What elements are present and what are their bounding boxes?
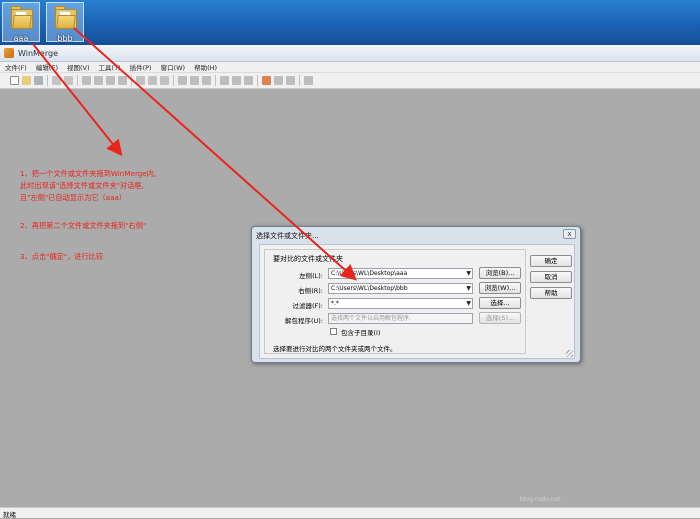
options-icon[interactable] xyxy=(262,76,271,85)
chevron-down-icon[interactable]: ▼ xyxy=(466,269,471,278)
window-title: WinMerge xyxy=(18,48,58,58)
left-path-combobox[interactable]: C:\Users\WL\Desktop\aaa ▼ xyxy=(328,268,473,279)
desktop-folder-label: aaa xyxy=(13,34,29,43)
desktop-folder-label: bbb xyxy=(57,34,73,43)
help-icon[interactable] xyxy=(304,76,313,85)
copy-all-right-icon[interactable] xyxy=(178,76,187,85)
compare-group: 要对比的文件或文件夹 左侧(L): C:\Users\WL\Desktop\aa… xyxy=(264,249,526,354)
include-subfolders-label[interactable]: 包含子目录(I) xyxy=(341,327,381,337)
open-folder-icon[interactable] xyxy=(22,76,31,85)
save-icon[interactable] xyxy=(34,76,43,85)
browse-right-button[interactable]: 浏览(W)... xyxy=(479,282,521,294)
unpacker-label: 解包程序(U): xyxy=(284,317,323,325)
current-diff-icon[interactable] xyxy=(136,76,145,85)
dialog-body: 要对比的文件或文件夹 左侧(L): C:\Users\WL\Desktop\aa… xyxy=(259,244,575,359)
help-button[interactable]: 帮助 xyxy=(530,287,572,299)
left-label: 左侧(L): xyxy=(299,272,323,280)
annotation-step1-line3: 且"左侧"已自动显示为它（aaa） xyxy=(20,193,127,202)
new-file-icon[interactable] xyxy=(10,76,19,85)
annotation-step2: 2、再把第二个文件或文件夹拖到"右侧" xyxy=(20,221,147,230)
menu-window[interactable]: 窗口(W) xyxy=(161,62,186,72)
copy-left-icon[interactable] xyxy=(160,76,169,85)
status-bar: 就绪 xyxy=(0,507,700,519)
browse-left-button[interactable]: 浏览(B)... xyxy=(479,267,521,279)
folder-icon xyxy=(55,6,77,30)
menu-help[interactable]: 帮助(H) xyxy=(194,62,217,72)
copy-all-left-icon[interactable] xyxy=(190,76,199,85)
annotation-step1-line1: 1、把一个文件或文件夹拖到WinMerge内, xyxy=(20,169,157,178)
select-files-dialog: 选择文件或文件夹... x 要对比的文件或文件夹 左侧(L): C:\Users… xyxy=(251,226,581,363)
menu-plugins[interactable]: 插件(P) xyxy=(130,62,152,72)
filter-label: 过滤器(F): xyxy=(292,302,323,310)
right-label: 右侧(R): xyxy=(298,287,323,295)
last-diff-icon[interactable] xyxy=(118,76,127,85)
plugins-icon[interactable] xyxy=(286,76,295,85)
menu-view[interactable]: 视图(V) xyxy=(67,62,90,72)
toolbar xyxy=(0,73,700,89)
annotation-step1-line2: 此时出现该"选择文件或文件夹"对话框, xyxy=(20,181,144,190)
folder-icon xyxy=(11,6,33,30)
resize-grip-icon[interactable] xyxy=(566,350,573,357)
unpacker-select-button: 选择(S)... xyxy=(479,312,521,324)
filter-value: *.* xyxy=(331,300,339,307)
desktop: aaa bbb xyxy=(0,0,700,45)
first-diff-icon[interactable] xyxy=(106,76,115,85)
merge-icon[interactable] xyxy=(202,76,211,85)
left-path-value: C:\Users\WL\Desktop\aaa xyxy=(331,270,408,277)
toolbar-separator xyxy=(257,75,258,86)
winmerge-app-icon xyxy=(4,48,14,58)
next-diff-icon[interactable] xyxy=(94,76,103,85)
dialog-close-button[interactable]: x xyxy=(563,229,576,239)
compare-icon[interactable] xyxy=(220,76,229,85)
right-path-value: C:\Users\WL\Desktop\bbb xyxy=(331,285,408,292)
redo-icon[interactable] xyxy=(64,76,73,85)
cancel-button[interactable]: 取消 xyxy=(530,271,572,283)
ok-button[interactable]: 确定 xyxy=(530,255,572,267)
filter-combobox[interactable]: *.* ▼ xyxy=(328,298,473,309)
toolbar-separator xyxy=(47,75,48,86)
rescan-icon[interactable] xyxy=(244,76,253,85)
dialog-title: 选择文件或文件夹... xyxy=(256,232,319,240)
unpacker-field: 选择两个文件以启用解包程序. xyxy=(328,313,473,324)
right-path-combobox[interactable]: C:\Users\WL\Desktop\bbb ▼ xyxy=(328,283,473,294)
prev-diff-icon[interactable] xyxy=(82,76,91,85)
unpacker-value: 选择两个文件以启用解包程序. xyxy=(331,315,411,322)
watermark: blog.csdn.net xyxy=(520,496,561,503)
window-titlebar[interactable]: WinMerge xyxy=(0,45,700,62)
chevron-down-icon[interactable]: ▼ xyxy=(466,284,471,293)
toolbar-separator xyxy=(77,75,78,86)
menu-bar: 文件(F) 编辑(E) 视图(V) 工具(T) 插件(P) 窗口(W) 帮助(H… xyxy=(0,62,700,73)
chevron-down-icon[interactable]: ▼ xyxy=(466,299,471,308)
annotation-step3: 3、点击"确定"，进行比较 xyxy=(20,252,104,261)
menu-edit[interactable]: 编辑(E) xyxy=(36,62,58,72)
include-subfolders-checkbox[interactable] xyxy=(330,328,337,335)
dialog-status-text: 选择要进行对比的两个文件夹或两个文件。 xyxy=(273,345,397,353)
copy-right-icon[interactable] xyxy=(148,76,157,85)
refresh-icon[interactable] xyxy=(232,76,241,85)
undo-icon[interactable] xyxy=(52,76,61,85)
menu-tools[interactable]: 工具(T) xyxy=(99,62,121,72)
menu-file[interactable]: 文件(F) xyxy=(5,62,27,72)
desktop-folder-aaa[interactable]: aaa xyxy=(2,2,40,43)
toolbar-separator xyxy=(131,75,132,86)
filters-icon[interactable] xyxy=(274,76,283,85)
filter-select-button[interactable]: 选择... xyxy=(479,297,521,309)
toolbar-separator xyxy=(299,75,300,86)
group-label: 要对比的文件或文件夹 xyxy=(273,255,343,263)
desktop-folder-bbb[interactable]: bbb xyxy=(46,2,84,43)
toolbar-separator xyxy=(215,75,216,86)
toolbar-separator xyxy=(173,75,174,86)
